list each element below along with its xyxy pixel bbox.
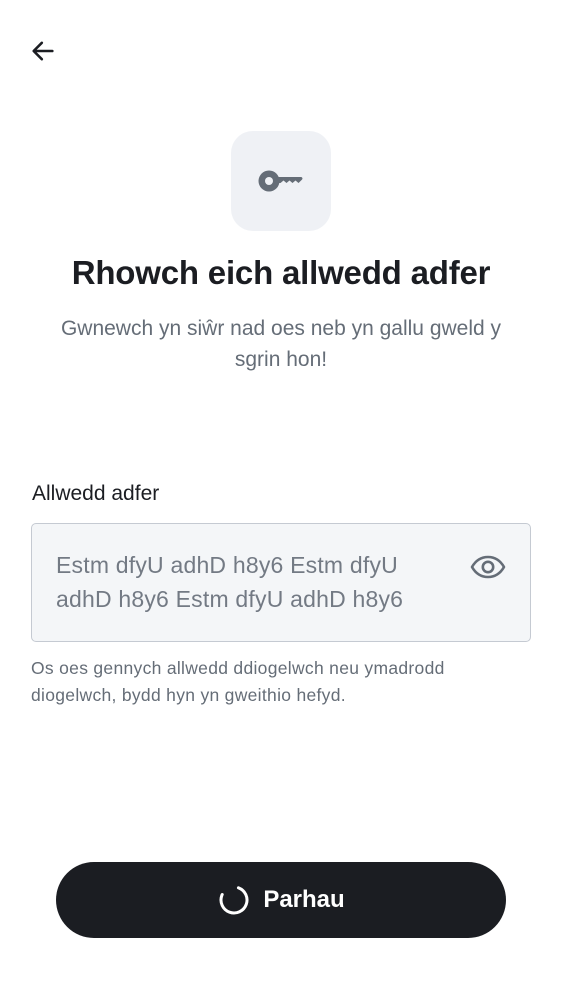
back-button[interactable] bbox=[22, 30, 64, 72]
eye-icon bbox=[470, 555, 506, 579]
recovery-key-screen: Rhowch eich allwedd adfer Gwnewch yn siŵ… bbox=[0, 0, 562, 1000]
arrow-left-icon bbox=[32, 41, 54, 61]
page-subtitle: Gwnewch yn siŵr nad oes neb yn gallu gwe… bbox=[60, 317, 502, 371]
key-icon-tile bbox=[231, 131, 331, 231]
page-title: Rhowch eich allwedd adfer bbox=[71, 254, 491, 291]
continue-button[interactable]: Parhau bbox=[56, 862, 506, 938]
key-icon bbox=[258, 170, 303, 192]
recovery-key-input[interactable]: Estm dfyU adhD h8y6 Estm dfyU adhD h8y6 … bbox=[31, 523, 531, 642]
recovery-key-value[interactable]: Estm dfyU adhD h8y6 Estm dfyU adhD h8y6 … bbox=[56, 548, 456, 616]
spinner-icon bbox=[217, 883, 251, 917]
help-text: Os oes gennych allwedd ddiogelwch neu ym… bbox=[31, 658, 445, 705]
continue-button-label: Parhau bbox=[263, 886, 345, 913]
recovery-key-label: Allwedd adfer bbox=[32, 482, 160, 505]
toggle-visibility-button[interactable] bbox=[468, 550, 508, 584]
